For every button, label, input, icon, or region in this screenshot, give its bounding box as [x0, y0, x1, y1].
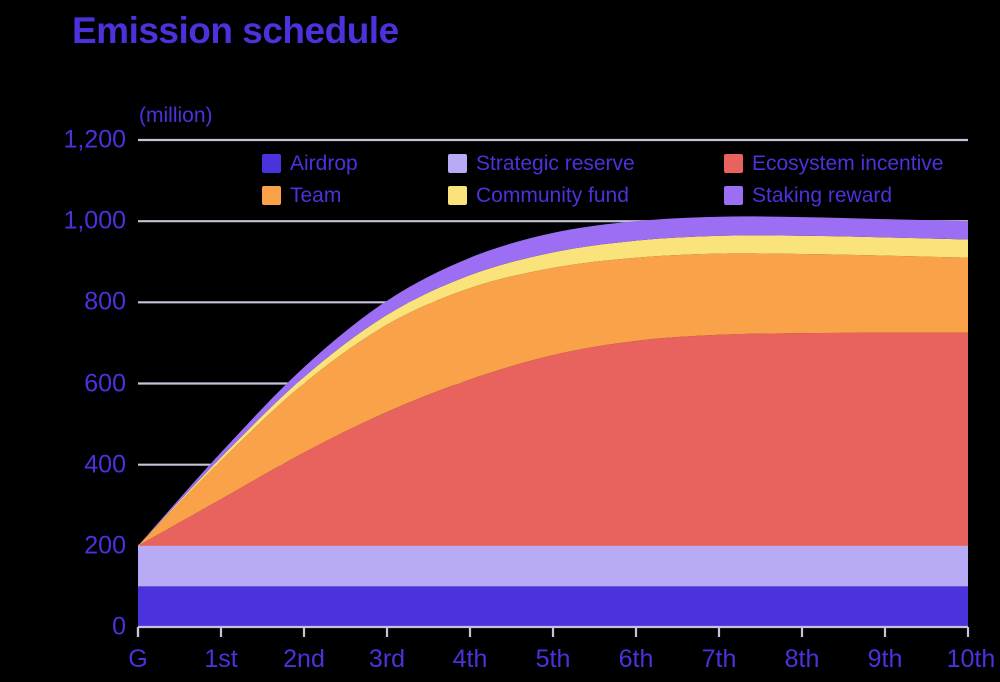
y-axis: 0 200 400 600 800 1,000 1,200	[0, 0, 126, 682]
area-series-airdrop	[138, 586, 968, 627]
legend-label: Staking reward	[752, 183, 893, 207]
legend-item-community-fund[interactable]: Community fund	[448, 185, 724, 206]
legend-label: Community fund	[476, 183, 629, 207]
x-axis-tick-label: 9th	[867, 645, 903, 673]
x-axis-tick-label: 5th	[535, 645, 571, 673]
legend-item-strategic-reserve[interactable]: Strategic reserve	[448, 153, 724, 174]
x-axis: G 1st 2nd 3rd 4th 5th 6th 7th 8th 9th 10th	[0, 640, 1000, 682]
chart-plot-area	[136, 138, 970, 637]
legend-swatch-icon	[724, 153, 743, 173]
x-axis-tick-label: 4th	[452, 645, 488, 673]
legend-label: Airdrop	[290, 151, 358, 175]
x-axis-tick-label: 1st	[204, 645, 238, 673]
x-axis-tick-label: 10th	[946, 645, 996, 673]
legend-item-ecosystem-incentive[interactable]: Ecosystem incentive	[724, 153, 974, 174]
legend-label: Team	[290, 183, 342, 207]
x-axis-tick-label: 3rd	[368, 645, 406, 673]
y-axis-tick-label: 1,000	[63, 206, 126, 235]
y-axis-tick-label: 0	[112, 612, 126, 641]
y-axis-tick-label: 200	[84, 531, 126, 560]
y-axis-tick-label: 1,200	[63, 125, 126, 154]
legend-swatch-icon	[262, 153, 281, 173]
y-axis-tick-label: 400	[84, 450, 126, 479]
legend-item-team[interactable]: Team	[262, 185, 448, 206]
legend-item-airdrop[interactable]: Airdrop	[262, 153, 448, 174]
legend-item-staking-reward[interactable]: Staking reward	[724, 185, 974, 206]
legend-label: Strategic reserve	[476, 151, 635, 175]
x-axis-tick-label: 7th	[701, 645, 737, 673]
legend-swatch-icon	[724, 185, 743, 205]
legend-label: Ecosystem incentive	[752, 151, 944, 175]
y-axis-unit-label: (million)	[139, 104, 213, 127]
legend-swatch-icon	[262, 185, 281, 205]
area-series-strategic-reserve	[138, 545, 968, 587]
legend-swatch-icon	[448, 185, 467, 205]
x-axis-tick-label: 6th	[618, 645, 654, 673]
x-axis-tick-label: G	[128, 645, 148, 673]
y-axis-tick-label: 800	[84, 287, 126, 316]
legend-swatch-icon	[448, 153, 467, 173]
chart-legend: Airdrop Strategic reserve Ecosystem incent…	[262, 147, 974, 211]
y-axis-tick-label: 600	[84, 369, 126, 397]
chart-page: Emission schedule (million) 0 200 400 600 80…	[0, 0, 1000, 682]
x-axis-tick-label: 8th	[784, 645, 820, 673]
x-axis-tick-label: 2nd	[283, 645, 325, 673]
stacked-area-chart	[136, 138, 970, 637]
